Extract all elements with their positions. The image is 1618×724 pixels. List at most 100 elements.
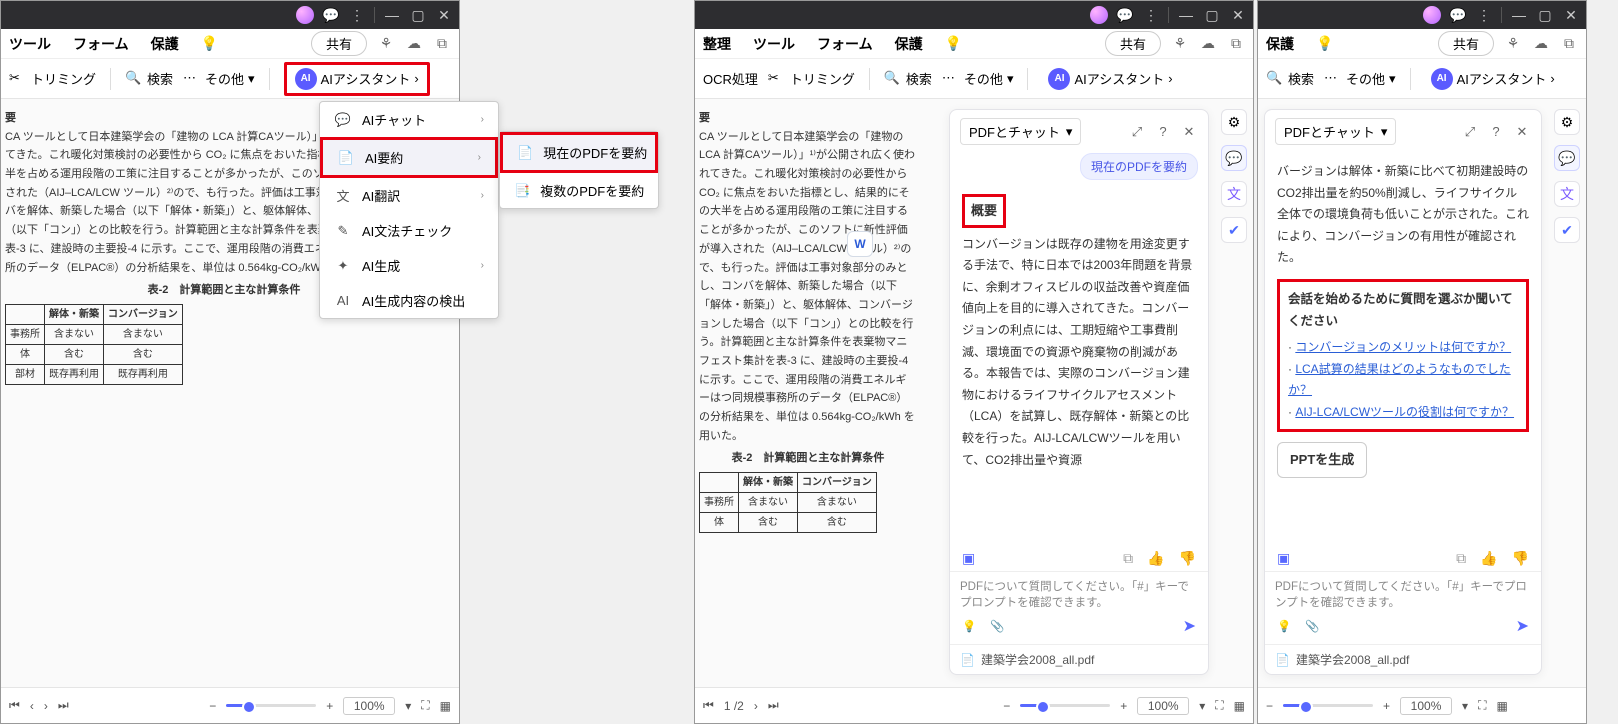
cloud-icon[interactable]: ☁ <box>1199 35 1217 53</box>
fit-icon[interactable]: ⛶ <box>1478 698 1486 713</box>
maximize-icon[interactable]: ▢ <box>409 6 427 24</box>
help-icon[interactable]: ? <box>1487 123 1505 141</box>
ai-assistant-button[interactable]: AI AIアシスタント › <box>1425 66 1561 92</box>
layout-icon[interactable]: ▦ <box>440 699 451 713</box>
next-page-icon[interactable]: › <box>754 699 758 713</box>
page-indicator[interactable]: 1 /2 <box>724 699 744 713</box>
ai-menu-generate[interactable]: ✦AI生成› <box>320 248 498 283</box>
cloud-icon[interactable]: ☁ <box>1532 35 1550 53</box>
chat-rail-icon[interactable]: 💬 <box>1221 145 1247 171</box>
translate-rail-icon[interactable]: 文 <box>1221 181 1247 207</box>
ai-assistant-button[interactable]: AI AIアシスタント › <box>289 66 425 92</box>
suggested-q1[interactable]: コンバージョンのメリットは何ですか？ <box>1295 340 1511 354</box>
generate-ppt-button[interactable]: PPTを生成 <box>1277 442 1367 477</box>
avatar[interactable] <box>296 6 314 24</box>
layout-icon[interactable]: ▦ <box>1496 699 1507 713</box>
ai-menu-translate[interactable]: 文AI翻訳› <box>320 178 498 213</box>
bulb-icon[interactable]: 💡 <box>945 35 963 53</box>
share-icon[interactable]: ⚘ <box>377 35 395 53</box>
ai-menu-grammar[interactable]: ✎AI文法チェック <box>320 213 498 248</box>
avatar[interactable] <box>1423 6 1441 24</box>
thumbs-up-icon[interactable]: 👍 <box>1147 550 1164 567</box>
maximize-icon[interactable]: ▢ <box>1536 6 1554 24</box>
trim-tool[interactable]: ✂トリミング <box>768 69 855 88</box>
maximize-icon[interactable]: ▢ <box>1203 6 1221 24</box>
menu-organize[interactable]: 整理 <box>703 34 731 54</box>
ai-menu-detect[interactable]: AIAI生成内容の検出 <box>320 283 498 318</box>
prompt-area[interactable]: PDFについて質問してください。「#」キーでプロンプトを確認できます。 💡 📎 … <box>1265 571 1541 644</box>
help-icon[interactable]: ? <box>1154 123 1172 141</box>
copy-icon[interactable]: ⧉ <box>1123 550 1133 567</box>
idea-icon[interactable]: 💡 <box>962 619 976 633</box>
copy-icon[interactable]: ⧉ <box>1456 550 1466 567</box>
bulb-icon[interactable]: 💡 <box>201 35 219 53</box>
share-icon[interactable]: ⚘ <box>1504 35 1522 53</box>
last-page-icon[interactable]: ⏭ <box>58 698 69 713</box>
zoom-out-icon[interactable]: − <box>1266 699 1273 713</box>
thumbs-down-icon[interactable]: 👎 <box>1179 550 1196 567</box>
translate-rail-icon[interactable]: 文 <box>1554 181 1580 207</box>
comment-icon[interactable]: 💬 <box>322 6 340 24</box>
close-icon[interactable]: ✕ <box>1229 6 1247 24</box>
chat-mode-selector[interactable]: PDFとチャット ▾ <box>1275 118 1396 145</box>
prompt-area[interactable]: PDFについて質問してください。「#」キーでプロンプトを確認できます。 💡 📎 … <box>950 571 1208 644</box>
zoom-out-icon[interactable]: − <box>209 699 216 713</box>
ocr-tool[interactable]: OCR処理 <box>703 69 758 88</box>
fit-icon[interactable]: ⛶ <box>421 698 429 713</box>
ai-menu-chat[interactable]: 💬AIチャット› <box>320 102 498 137</box>
window-icon[interactable]: ⧉ <box>1227 35 1245 53</box>
check-rail-icon[interactable]: ✔ <box>1221 217 1247 243</box>
thumbs-down-icon[interactable]: 👎 <box>1512 550 1529 567</box>
thumbs-up-icon[interactable]: 👍 <box>1480 550 1497 567</box>
minimize-icon[interactable]: — <box>383 6 401 24</box>
zoom-chevron-icon[interactable]: ▾ <box>405 699 411 713</box>
settings-rail-icon[interactable]: ⚙ <box>1221 109 1247 135</box>
cloud-icon[interactable]: ☁ <box>405 35 423 53</box>
zoom-chevron-icon[interactable]: ▾ <box>1199 699 1205 713</box>
zoom-value[interactable]: 100% <box>1400 697 1452 715</box>
other-tool[interactable]: ⋯その他▾ <box>183 69 255 88</box>
first-page-icon[interactable]: ⏮ <box>703 698 714 713</box>
menu-protect[interactable]: 保護 <box>151 34 179 54</box>
suggested-q3[interactable]: AIJ-LCA/LCWツールの役割は何ですか？ <box>1295 405 1514 419</box>
window-icon[interactable]: ⧉ <box>1560 35 1578 53</box>
bulb-icon[interactable]: 💡 <box>1316 35 1334 53</box>
last-page-icon[interactable]: ⏭ <box>768 698 779 713</box>
minimize-icon[interactable]: — <box>1510 6 1528 24</box>
trim-tool[interactable]: ✂トリミング <box>9 69 96 88</box>
expand-icon[interactable]: ⤢ <box>1461 123 1479 141</box>
kebab-icon[interactable]: ⋮ <box>1142 6 1160 24</box>
zoom-value[interactable]: 100% <box>1137 697 1189 715</box>
search-tool[interactable]: 🔍検索 <box>1266 69 1314 88</box>
kebab-icon[interactable]: ⋮ <box>348 6 366 24</box>
send-icon[interactable]: ➤ <box>1183 616 1196 636</box>
menu-tool[interactable]: ツール <box>753 34 795 54</box>
close-panel-icon[interactable]: ✕ <box>1180 123 1198 141</box>
suggested-q2[interactable]: LCA試算の結果はどのようなものでしたか？ <box>1288 362 1511 398</box>
close-icon[interactable]: ✕ <box>1562 6 1580 24</box>
submenu-multi-pdf[interactable]: 📑複数のPDFを要約 <box>500 173 658 208</box>
ai-menu-summary[interactable]: 📄AI要約› <box>320 137 498 178</box>
bookmark-icon[interactable]: ▣ <box>962 550 975 567</box>
send-icon[interactable]: ➤ <box>1516 616 1529 636</box>
zoom-in-icon[interactable]: + <box>1120 699 1127 713</box>
close-icon[interactable]: ✕ <box>435 6 453 24</box>
first-page-icon[interactable]: ⏮ <box>9 698 20 713</box>
zoom-out-icon[interactable]: − <box>1003 699 1010 713</box>
search-tool[interactable]: 🔍検索 <box>884 69 932 88</box>
comment-icon[interactable]: 💬 <box>1116 6 1134 24</box>
window-icon[interactable]: ⧉ <box>433 35 451 53</box>
share-button[interactable]: 共有 <box>311 31 367 56</box>
submenu-current-pdf[interactable]: 📄現在のPDFを要約 <box>500 132 658 173</box>
zoom-in-icon[interactable]: + <box>326 699 333 713</box>
other-tool[interactable]: ⋯その他▾ <box>942 69 1014 88</box>
zoom-slider[interactable] <box>1283 704 1373 707</box>
fit-icon[interactable]: ⛶ <box>1215 698 1223 713</box>
zoom-in-icon[interactable]: + <box>1383 699 1390 713</box>
expand-icon[interactable]: ⤢ <box>1128 123 1146 141</box>
idea-icon[interactable]: 💡 <box>1277 619 1291 633</box>
zoom-chevron-icon[interactable]: ▾ <box>1462 699 1468 713</box>
close-panel-icon[interactable]: ✕ <box>1513 123 1531 141</box>
zoom-slider[interactable] <box>226 704 316 707</box>
menu-form[interactable]: フォーム <box>817 34 873 54</box>
